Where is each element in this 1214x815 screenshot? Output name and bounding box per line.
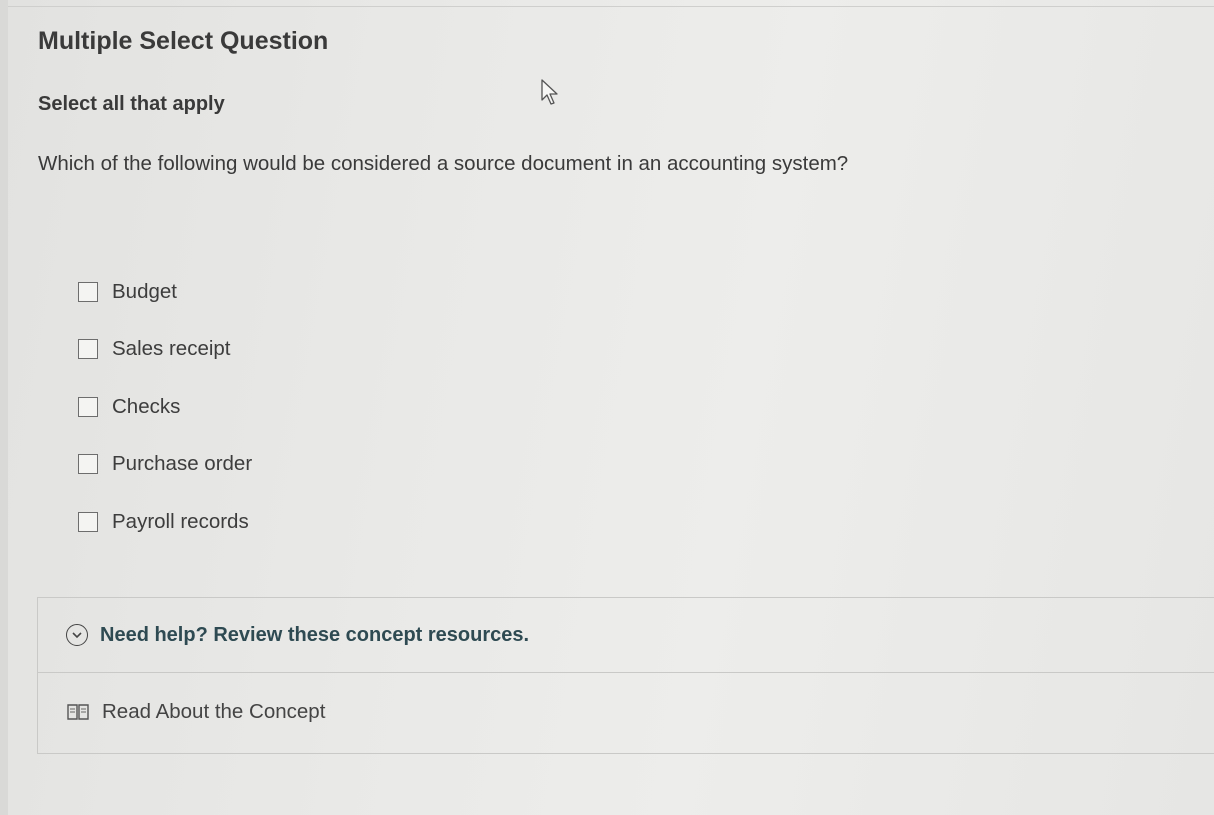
option-purchase-order[interactable]: Purchase order (78, 436, 252, 494)
read-about-concept-label: Read About the Concept (102, 700, 326, 723)
option-label: Budget (112, 279, 177, 303)
option-budget[interactable]: Budget (78, 263, 252, 321)
option-label: Sales receipt (112, 337, 231, 361)
checkbox[interactable] (78, 511, 98, 532)
answer-options: Budget Sales receipt Checks Purchase ord… (78, 263, 252, 551)
option-sales-receipt[interactable]: Sales receipt (78, 321, 252, 379)
concept-resources-toggle[interactable]: Need help? Review these concept resource… (38, 598, 1214, 673)
top-divider (8, 6, 1214, 7)
mouse-pointer-icon (540, 78, 562, 111)
question-type-heading: Multiple Select Question (38, 27, 329, 55)
option-payroll-records[interactable]: Payroll records (78, 493, 252, 551)
checkbox[interactable] (78, 454, 98, 475)
option-label: Purchase order (112, 452, 253, 476)
question-prompt: Which of the following would be consider… (38, 152, 849, 175)
option-label: Payroll records (112, 509, 249, 533)
option-checks[interactable]: Checks (78, 378, 252, 436)
checkbox[interactable] (78, 281, 98, 302)
concept-resources-panel: Need help? Review these concept resource… (37, 597, 1214, 754)
left-edge (0, 0, 8, 815)
concept-resources-title: Need help? Review these concept resource… (100, 623, 530, 646)
checkbox[interactable] (78, 339, 98, 360)
read-about-concept-link[interactable]: Read About the Concept (38, 673, 1214, 751)
checkbox[interactable] (78, 396, 98, 417)
chevron-down-circle-icon (66, 624, 88, 646)
option-label: Checks (112, 394, 181, 418)
book-icon (66, 702, 90, 722)
question-instruction: Select all that apply (38, 93, 225, 115)
